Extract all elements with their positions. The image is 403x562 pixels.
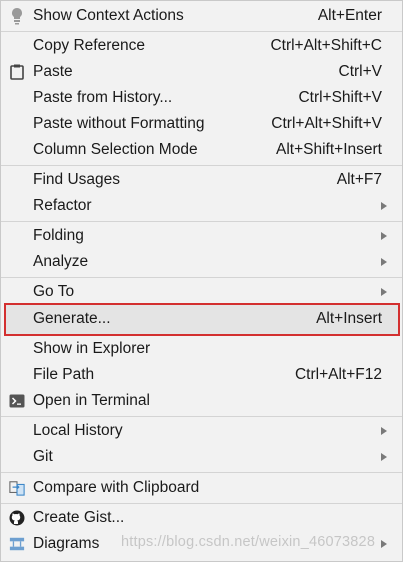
menu-item-label: Create Gist... <box>33 509 125 526</box>
separator <box>1 221 402 222</box>
menu-item-refactor[interactable]: Refactor <box>1 193 402 219</box>
menu-item-label: Paste without Formatting <box>33 115 205 132</box>
menu-item-shortcut: Ctrl+V <box>338 63 383 80</box>
menu-item-git[interactable]: Git <box>1 444 402 470</box>
separator <box>1 472 402 473</box>
menu-item-file-path[interactable]: File Path Ctrl+Alt+F12 <box>1 362 402 388</box>
menu-item-paste-without-formatting[interactable]: Paste without Formatting Ctrl+Alt+Shift+… <box>1 111 402 137</box>
menu-item-column-selection-mode[interactable]: Column Selection Mode Alt+Shift+Insert <box>1 137 402 163</box>
submenu-arrow-icon <box>381 232 387 240</box>
submenu-arrow-icon <box>381 427 387 435</box>
lightbulb-icon <box>9 7 25 25</box>
menu-item-label: Refactor <box>33 197 92 214</box>
menu-item-create-gist[interactable]: Create Gist... <box>1 505 402 531</box>
submenu-arrow-icon <box>381 202 387 210</box>
menu-item-shortcut: Ctrl+Alt+F12 <box>294 366 382 383</box>
menu-item-go-to[interactable]: Go To <box>1 279 402 305</box>
menu-item-paste[interactable]: Paste Ctrl+V <box>1 59 402 85</box>
menu-item-shortcut: Alt+Shift+Insert <box>276 141 382 158</box>
separator <box>1 503 402 504</box>
context-menu: Show Context Actions Alt+Enter Copy Refe… <box>0 0 403 562</box>
clipboard-icon <box>9 63 25 81</box>
menu-item-find-usages[interactable]: Find Usages Alt+F7 <box>1 167 402 193</box>
menu-item-label: Folding <box>33 227 84 244</box>
separator <box>1 277 402 278</box>
menu-item-label: Diagrams <box>33 535 100 552</box>
menu-item-label: Column Selection Mode <box>33 141 198 158</box>
menu-item-label: Paste <box>33 63 73 80</box>
terminal-icon <box>9 392 25 410</box>
menu-item-shortcut: Ctrl+Shift+V <box>298 89 382 106</box>
menu-item-show-context-actions[interactable]: Show Context Actions Alt+Enter <box>1 3 402 29</box>
menu-item-label: Go To <box>33 283 75 300</box>
menu-item-label: Show in Explorer <box>33 340 151 357</box>
menu-item-folding[interactable]: Folding <box>1 223 402 249</box>
menu-item-compare-with-clipboard[interactable]: Compare with Clipboard <box>1 475 402 501</box>
submenu-arrow-icon <box>381 540 387 548</box>
menu-item-local-history[interactable]: Local History <box>1 418 402 444</box>
menu-item-analyze[interactable]: Analyze <box>1 249 402 275</box>
menu-item-label: Git <box>33 448 53 465</box>
menu-item-label: Copy Reference <box>33 37 146 54</box>
watermark-text: https://blog.csdn.net/weixin_46073828 <box>121 534 376 550</box>
menu-item-label: Local History <box>33 422 123 439</box>
submenu-arrow-icon <box>381 453 387 461</box>
menu-item-paste-from-history[interactable]: Paste from History... Ctrl+Shift+V <box>1 85 402 111</box>
menu-item-label: Analyze <box>33 253 89 270</box>
separator <box>1 31 402 32</box>
menu-item-show-in-explorer[interactable]: Show in Explorer <box>1 336 402 362</box>
menu-item-shortcut: Alt+Enter <box>317 7 382 24</box>
menu-item-shortcut: Ctrl+Alt+Shift+C <box>270 37 382 54</box>
diagram-icon <box>9 535 25 553</box>
highlight-box <box>4 303 400 336</box>
menu-item-label: Find Usages <box>33 171 121 188</box>
github-icon <box>9 509 25 527</box>
menu-item-shortcut: Ctrl+Alt+Shift+V <box>271 115 382 132</box>
separator <box>1 165 402 166</box>
menu-item-label: Open in Terminal <box>33 392 150 409</box>
menu-item-label: Show Context Actions <box>33 7 184 24</box>
menu-item-shortcut: Alt+F7 <box>336 171 382 188</box>
submenu-arrow-icon <box>381 258 387 266</box>
menu-item-label: Paste from History... <box>33 89 173 106</box>
compare-icon <box>9 479 25 497</box>
menu-item-copy-reference[interactable]: Copy Reference Ctrl+Alt+Shift+C <box>1 33 402 59</box>
menu-item-label: File Path <box>33 366 95 383</box>
submenu-arrow-icon <box>381 288 387 296</box>
separator <box>1 416 402 417</box>
menu-item-label: Compare with Clipboard <box>33 479 200 496</box>
menu-item-open-in-terminal[interactable]: Open in Terminal <box>1 388 402 414</box>
